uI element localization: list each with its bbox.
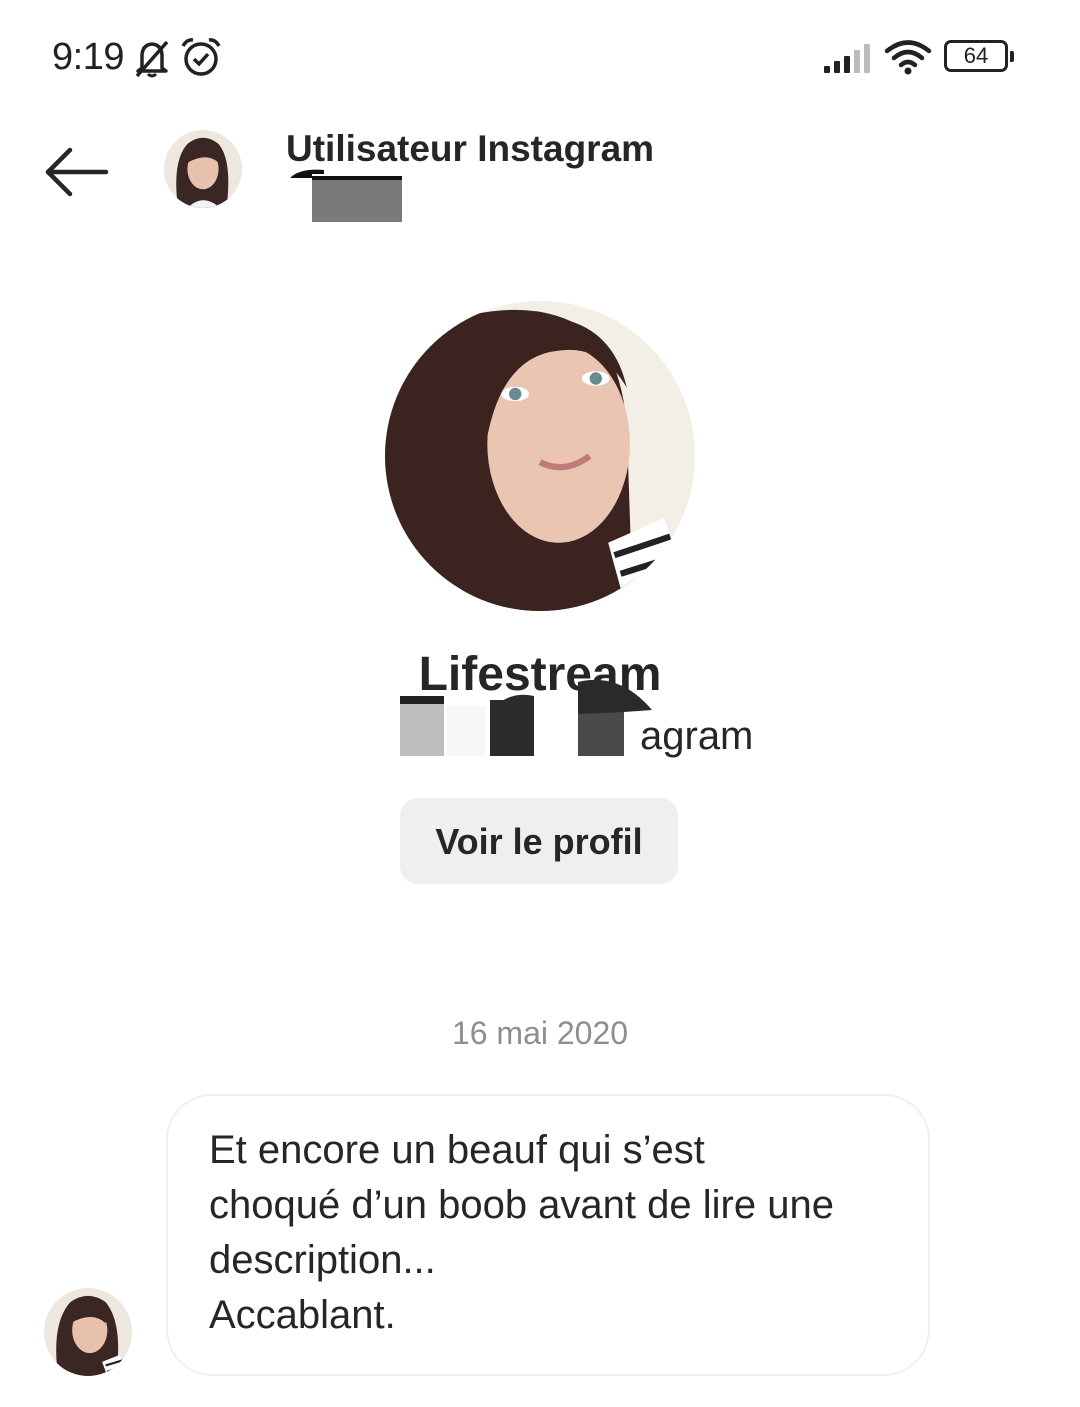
battery-icon: 64 — [944, 40, 1014, 72]
arrow-left-icon[interactable] — [44, 146, 110, 198]
avatar-image — [44, 1288, 132, 1376]
header-avatar[interactable] — [164, 130, 242, 208]
bell-off-icon — [135, 40, 169, 78]
sender-avatar[interactable] — [44, 1288, 132, 1376]
message-text-line: choqué d’un boob avant de lire une — [209, 1183, 834, 1227]
message-text-line: Et encore un beauf qui s’est — [209, 1128, 705, 1172]
status-time: 9:19 — [52, 36, 124, 78]
redaction-mark — [290, 169, 402, 222]
redaction-mark — [400, 679, 652, 756]
alarm-icon — [181, 38, 221, 76]
message-text-line: Accablant. — [209, 1293, 396, 1337]
avatar-image — [385, 301, 695, 611]
header-title[interactable]: Utilisateur Instagram — [286, 128, 654, 170]
avatar-image — [164, 130, 242, 208]
profile-avatar[interactable] — [385, 301, 695, 611]
date-separator: 16 mai 2020 — [451, 1015, 629, 1051]
profile-subtitle: agram — [640, 714, 754, 758]
message-text-line: description... — [209, 1238, 436, 1282]
signal-icon — [824, 44, 870, 73]
view-profile-button[interactable]: Voir le profil — [400, 798, 678, 884]
wifi-icon — [884, 40, 932, 75]
